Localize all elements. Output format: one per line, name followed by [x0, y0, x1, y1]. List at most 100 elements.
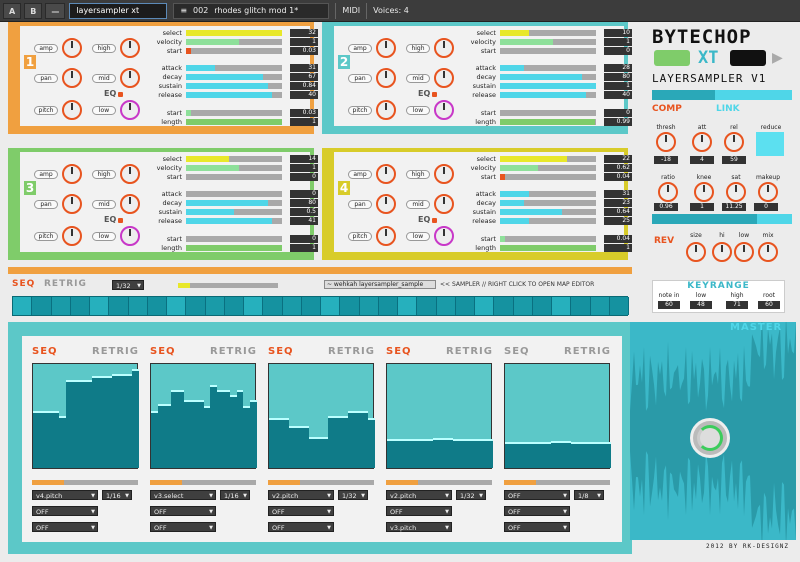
- rev-low-knob[interactable]: [734, 242, 754, 262]
- mod-step-bar[interactable]: [203, 405, 211, 468]
- mod-division-select[interactable]: 1/8: [574, 490, 604, 501]
- decay-slider[interactable]: [186, 74, 282, 80]
- mod-target3-select[interactable]: v3.pitch: [386, 522, 452, 533]
- mod-step-bar[interactable]: [413, 438, 420, 468]
- sequencer-step[interactable]: [147, 297, 167, 315]
- step-sequencer-row[interactable]: [12, 296, 629, 316]
- mod-step-bar[interactable]: [308, 436, 316, 468]
- eq-low-knob[interactable]: [434, 100, 454, 120]
- eq-low-toggle[interactable]: low: [92, 232, 116, 241]
- mod-target-select[interactable]: v2.pitch: [268, 490, 334, 501]
- attack-slider[interactable]: [500, 65, 596, 71]
- keyrange-root-value[interactable]: 60: [758, 301, 780, 309]
- sequencer-step[interactable]: [301, 297, 321, 315]
- sustain-slider[interactable]: [500, 209, 596, 215]
- mod-step-grid[interactable]: [386, 363, 493, 469]
- length-slider[interactable]: [186, 245, 282, 251]
- mod-step-bar[interactable]: [269, 418, 276, 468]
- sequencer-step[interactable]: [167, 297, 187, 315]
- eq-high-toggle[interactable]: high: [92, 44, 116, 53]
- mod-step-bar[interactable]: [52, 410, 60, 468]
- release-slider[interactable]: [500, 92, 596, 98]
- pan-knob[interactable]: [62, 68, 82, 88]
- velocity-slider[interactable]: [186, 165, 282, 171]
- sequencer-step[interactable]: [340, 297, 360, 315]
- mod-step-bar[interactable]: [590, 442, 598, 468]
- velocity-value[interactable]: 1: [604, 38, 632, 46]
- sustain-value[interactable]: 0.64: [604, 208, 632, 216]
- mod-target2-select[interactable]: OFF: [150, 506, 216, 517]
- eq-low-knob[interactable]: [120, 226, 140, 246]
- slot-a-button[interactable]: A: [3, 2, 22, 19]
- mod-step-bar[interactable]: [197, 400, 204, 468]
- mod-step-bar[interactable]: [335, 416, 342, 468]
- eq-high-knob[interactable]: [120, 164, 140, 184]
- eq-mid-toggle[interactable]: mid: [406, 200, 430, 209]
- eq-mid-toggle[interactable]: mid: [406, 74, 430, 83]
- pitch-toggle[interactable]: pitch: [348, 232, 372, 241]
- length-slider[interactable]: [500, 245, 596, 251]
- mod-step-bar[interactable]: [433, 437, 440, 468]
- mod-step-bar[interactable]: [505, 442, 512, 468]
- comp-makeup-value[interactable]: 0: [754, 203, 778, 211]
- sequencer-step[interactable]: [455, 297, 475, 315]
- sequencer-step[interactable]: [609, 297, 629, 315]
- release-value[interactable]: 40: [290, 91, 318, 99]
- mod-step-bar[interactable]: [315, 436, 322, 468]
- mod-target3-select[interactable]: OFF: [268, 522, 334, 533]
- sequencer-step[interactable]: [244, 297, 264, 315]
- mod-step-bar[interactable]: [571, 442, 578, 468]
- sequencer-step[interactable]: [263, 297, 283, 315]
- start-value[interactable]: 0.04: [604, 235, 632, 243]
- mod-step-bar[interactable]: [604, 442, 611, 468]
- comp-att-knob[interactable]: [692, 132, 712, 152]
- mod-step-bar[interactable]: [538, 442, 545, 468]
- sequencer-step[interactable]: [475, 297, 495, 315]
- mod-step-grid[interactable]: [150, 363, 257, 469]
- mod-step-bar[interactable]: [33, 410, 40, 468]
- mod-step-grid[interactable]: [504, 363, 611, 469]
- mod-target2-select[interactable]: OFF: [386, 506, 452, 517]
- mod-step-bar[interactable]: [105, 376, 113, 468]
- mod-step-bar[interactable]: [39, 410, 47, 468]
- release-value[interactable]: 40: [604, 91, 632, 99]
- comp-ratio-value[interactable]: 0.96: [654, 203, 678, 211]
- sequencer-step[interactable]: [13, 297, 33, 315]
- eq-mid-toggle[interactable]: mid: [92, 200, 116, 209]
- sequencer-step[interactable]: [321, 297, 341, 315]
- seq-division-select[interactable]: 1/32: [112, 280, 144, 291]
- velocity-slider[interactable]: [500, 39, 596, 45]
- sequencer-step[interactable]: [378, 297, 398, 315]
- amp-toggle[interactable]: amp: [34, 170, 58, 179]
- release-slider[interactable]: [186, 218, 282, 224]
- comp-makeup-knob[interactable]: [758, 182, 778, 202]
- mod-target-select[interactable]: v4.pitch: [32, 490, 98, 501]
- preset-selector[interactable]: ≡ 002 rhodes glitch mod 1*: [173, 2, 330, 19]
- mod-target3-select[interactable]: OFF: [504, 522, 570, 533]
- slot-b-button[interactable]: B: [24, 2, 43, 19]
- sustain-value[interactable]: 0.5: [290, 208, 318, 216]
- comp-sat-knob[interactable]: [726, 182, 746, 202]
- sequencer-step[interactable]: [417, 297, 437, 315]
- decay-slider[interactable]: [500, 74, 596, 80]
- keyrange-high-value[interactable]: 71: [726, 301, 748, 309]
- release-slider[interactable]: [500, 218, 596, 224]
- length-slider[interactable]: [500, 119, 596, 125]
- master-volume-knob[interactable]: [690, 418, 730, 458]
- sustain-slider[interactable]: [186, 209, 282, 215]
- mod-step-bar[interactable]: [66, 379, 73, 468]
- mod-step-bar[interactable]: [46, 410, 53, 468]
- attack-value[interactable]: 31: [604, 190, 632, 198]
- pan-knob[interactable]: [376, 68, 396, 88]
- length-value[interactable]: 0.99: [604, 118, 632, 126]
- mod-step-bar[interactable]: [118, 374, 126, 468]
- mod-step-bar[interactable]: [170, 390, 178, 468]
- eq-enable-icon[interactable]: [432, 218, 437, 223]
- mod-division-select[interactable]: 1/32: [456, 490, 486, 501]
- sequencer-step[interactable]: [90, 297, 110, 315]
- mod-step-bar[interactable]: [184, 400, 191, 468]
- mod-step-bar[interactable]: [72, 379, 80, 468]
- length-value[interactable]: 1: [290, 244, 318, 252]
- mod-step-bar[interactable]: [79, 379, 86, 468]
- select-slider[interactable]: [186, 156, 282, 162]
